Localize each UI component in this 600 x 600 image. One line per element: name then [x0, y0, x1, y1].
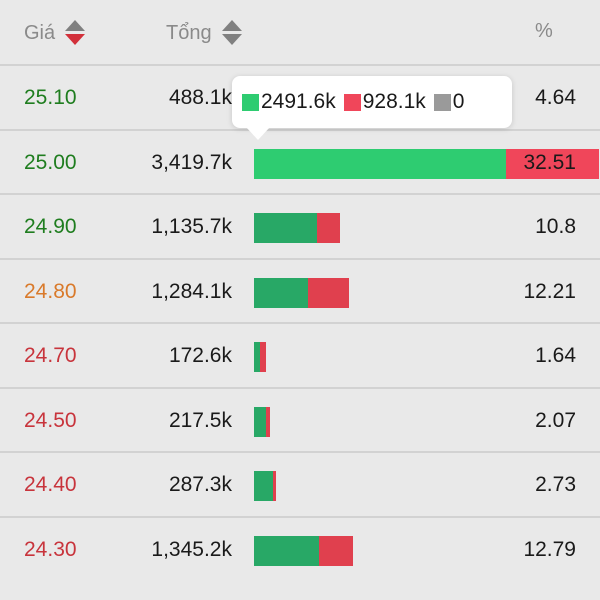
price-cell: 25.10 — [24, 86, 77, 109]
sell-volume-segment — [307, 277, 349, 308]
percent-cell: 10.8 — [535, 215, 576, 238]
tooltip-buy-value: 2491.6k — [261, 90, 336, 113]
volume-tooltip: 2491.6k 928.1k 0 — [232, 76, 512, 140]
total-volume-cell: 1,345.2k — [151, 537, 232, 561]
sell-volume-segment — [317, 213, 340, 243]
price-column-header[interactable]: Giá — [24, 20, 86, 46]
percent-cell: 12.79 — [523, 537, 576, 561]
tooltip-neutral-value: 0 — [452, 90, 465, 113]
price-cell: 24.30 — [24, 537, 77, 561]
sell-volume-segment — [260, 342, 267, 372]
total-volume-cell: 217.5k — [168, 408, 232, 432]
total-volume-cell: 3,419.7k — [151, 150, 232, 174]
total-volume-cell: 287.3k — [168, 473, 232, 496]
buy-volume-segment — [254, 406, 267, 437]
sell-volume-segment — [318, 535, 354, 566]
price-cell: 24.70 — [24, 344, 77, 367]
buy-volume-segment — [254, 148, 506, 179]
tooltip-sell-value: 928.1k — [362, 90, 426, 113]
table-row[interactable]: 24.80 1,284.1k 12.21 — [0, 257, 600, 323]
volume-bar[interactable] — [254, 277, 349, 308]
total-volume-cell: 1,284.1k — [151, 279, 232, 303]
volume-bar[interactable] — [254, 342, 267, 372]
sell-swatch-icon — [343, 93, 361, 111]
table-row[interactable]: 24.90 1,135.7k 10.8 — [0, 193, 600, 258]
price-cell: 24.90 — [24, 215, 77, 238]
buy-volume-segment — [254, 471, 273, 501]
price-header-label: Giá — [24, 21, 56, 44]
sell-volume-segment — [266, 406, 270, 437]
table-row[interactable]: 24.30 1,345.2k 12.79 — [0, 515, 600, 581]
table-header: Giá Tổng % — [0, 0, 600, 64]
total-column-header[interactable]: Tổng — [166, 20, 242, 46]
percent-cell: 32.51 — [523, 150, 576, 174]
sell-volume-segment — [272, 471, 276, 501]
buy-volume-segment — [254, 535, 319, 566]
total-header-label: Tổng — [166, 21, 212, 44]
total-volume-cell: 488.1k — [168, 86, 232, 109]
percent-header-label: % — [535, 20, 553, 42]
percent-cell: 1.64 — [535, 344, 576, 367]
percent-cell: 4.64 — [535, 86, 576, 109]
buy-volume-segment — [254, 277, 308, 308]
percent-cell: 2.73 — [535, 473, 576, 496]
total-volume-cell: 1,135.7k — [151, 215, 232, 238]
tooltip-neutral: 0 — [433, 90, 465, 114]
volume-bar[interactable] — [254, 535, 354, 566]
neutral-swatch-icon — [433, 93, 451, 111]
table-row[interactable]: 24.70 172.6k 1.64 — [0, 322, 600, 387]
tooltip-sell: 928.1k — [343, 90, 426, 114]
buy-volume-segment — [254, 213, 318, 243]
table-row[interactable]: 25.00 3,419.7k 32.51 — [0, 128, 600, 194]
table-row[interactable]: 24.50 217.5k 2.07 — [0, 386, 600, 452]
price-cell: 24.50 — [24, 408, 77, 432]
price-volume-table: 25.10 488.1k 4.64 25.00 3,419.7k 32.51 24.90 1,… — [0, 64, 600, 580]
price-cell: 25.00 — [24, 150, 77, 174]
percent-cell: 2.07 — [535, 408, 576, 432]
volume-bar[interactable] — [254, 471, 276, 501]
sort-icon[interactable] — [221, 20, 242, 46]
price-cell: 24.80 — [24, 279, 77, 303]
total-volume-cell: 172.6k — [168, 344, 232, 367]
price-cell: 24.40 — [24, 473, 77, 496]
table-row[interactable]: 24.40 287.3k 2.73 — [0, 451, 600, 516]
volume-bar[interactable] — [254, 213, 340, 243]
buy-swatch-icon — [242, 93, 259, 111]
percent-column-header: % — [535, 20, 553, 43]
tooltip-buy: 2491.6k — [242, 90, 336, 114]
sort-icon[interactable] — [65, 20, 86, 46]
volume-bar[interactable] — [254, 406, 270, 437]
percent-cell: 12.21 — [523, 279, 576, 303]
